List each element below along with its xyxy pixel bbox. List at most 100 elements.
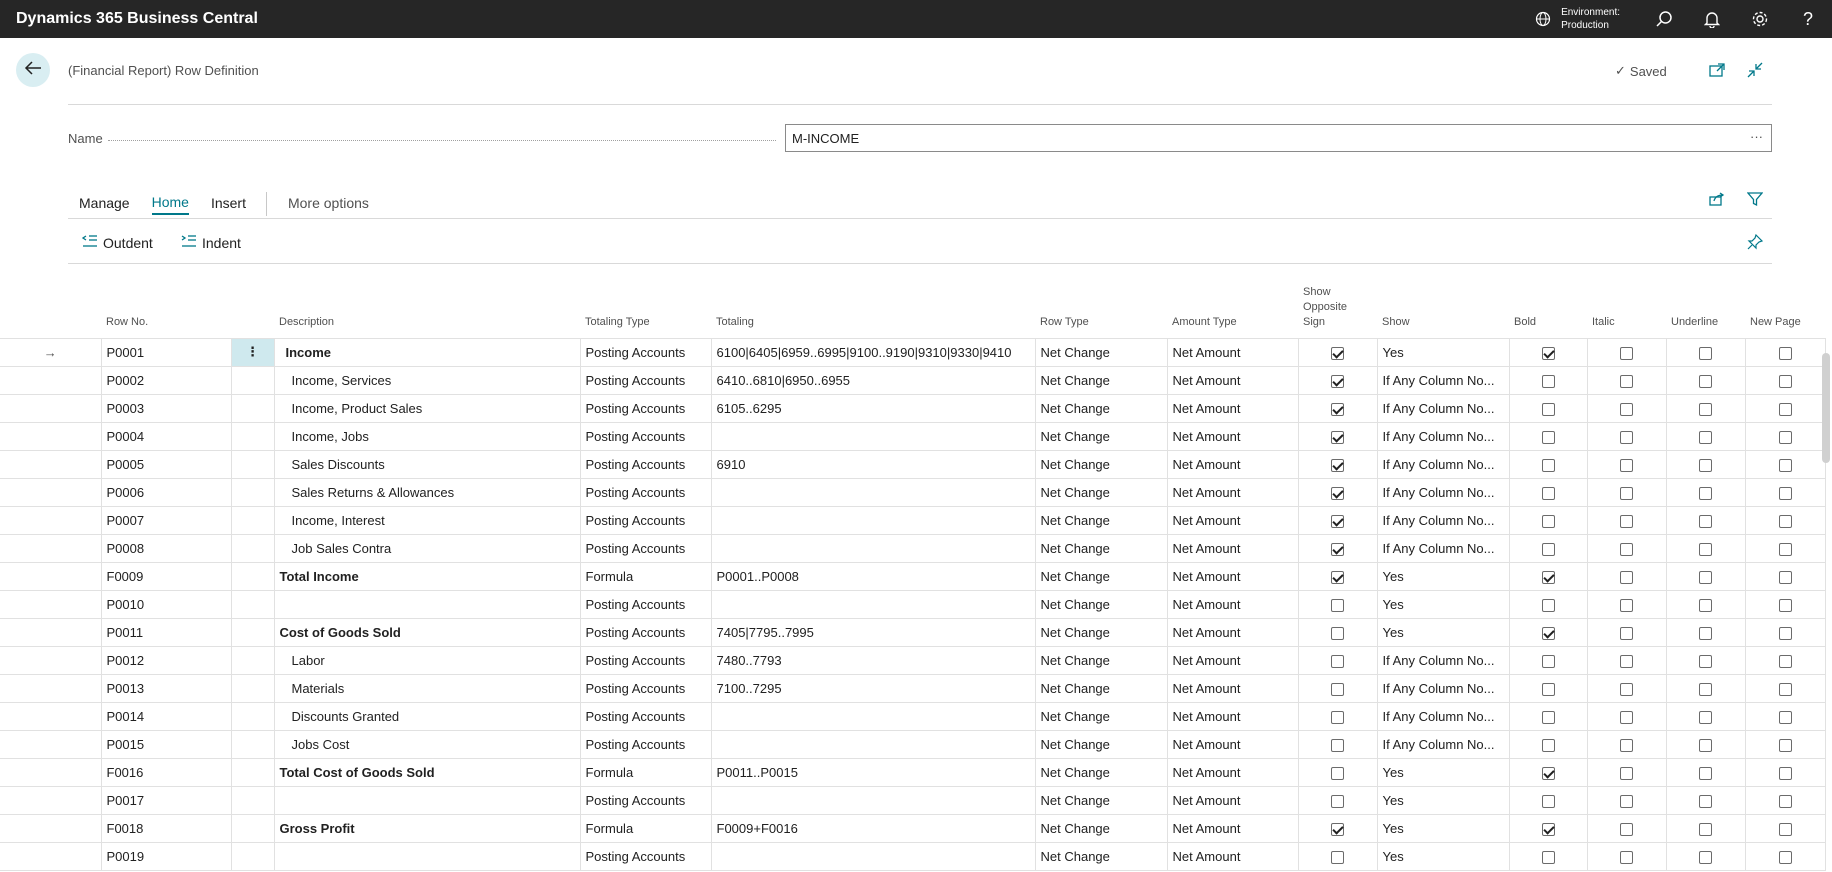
collapse-icon[interactable] bbox=[1745, 60, 1765, 80]
vertical-scrollbar[interactable] bbox=[1822, 353, 1830, 463]
cell-new-page[interactable] bbox=[1744, 477, 1826, 507]
cell-show-opposite-sign[interactable] bbox=[1297, 729, 1378, 759]
cell-row-type[interactable]: Net Change bbox=[1034, 449, 1168, 479]
row-menu-cell[interactable] bbox=[230, 393, 275, 423]
checkbox[interactable] bbox=[1541, 374, 1555, 388]
cell-amount-type[interactable]: Net Amount bbox=[1166, 365, 1299, 395]
table-row[interactable]: P0010 Posting Accounts Net Change Net Amoun… bbox=[0, 589, 1826, 619]
cell-totaling[interactable] bbox=[710, 701, 1036, 731]
cell-new-page[interactable] bbox=[1744, 561, 1826, 591]
checkbox[interactable] bbox=[1331, 710, 1344, 724]
cell-description[interactable]: Total Cost of Goods Sold bbox=[273, 757, 581, 787]
cell-row-type[interactable]: Net Change bbox=[1034, 533, 1168, 563]
column-header-row-no[interactable]: Row No. bbox=[101, 282, 231, 338]
table-row[interactable]: P0015 Jobs Cost Posting Accounts Net Change… bbox=[0, 729, 1826, 759]
cell-row-type[interactable]: Net Change bbox=[1034, 337, 1168, 367]
cell-show[interactable]: If Any Column No... bbox=[1376, 393, 1510, 423]
cell-underline[interactable] bbox=[1665, 505, 1746, 535]
cell-row-no[interactable]: P0005 bbox=[100, 449, 232, 479]
cell-bold[interactable] bbox=[1508, 757, 1588, 787]
checkbox[interactable] bbox=[1331, 626, 1344, 640]
cell-show[interactable]: If Any Column No... bbox=[1376, 673, 1510, 703]
cell-totaling-type[interactable]: Formula bbox=[579, 757, 712, 787]
checkbox[interactable] bbox=[1620, 346, 1633, 360]
cell-description[interactable]: Sales Returns & Allowances bbox=[273, 477, 581, 507]
cell-show-opposite-sign[interactable] bbox=[1297, 421, 1378, 451]
row-menu-cell[interactable] bbox=[230, 841, 275, 871]
checkbox[interactable] bbox=[1541, 794, 1555, 808]
cell-italic[interactable] bbox=[1586, 365, 1667, 395]
more-options-button[interactable]: More options bbox=[288, 195, 369, 214]
checkbox[interactable] bbox=[1331, 570, 1344, 584]
cell-row-no[interactable]: P0010 bbox=[100, 589, 232, 619]
cell-new-page[interactable] bbox=[1744, 785, 1826, 815]
cell-new-page[interactable] bbox=[1744, 673, 1826, 703]
checkbox[interactable] bbox=[1699, 514, 1712, 528]
cell-amount-type[interactable]: Net Amount bbox=[1166, 841, 1299, 871]
checkbox[interactable] bbox=[1699, 822, 1712, 836]
cell-new-page[interactable] bbox=[1744, 729, 1826, 759]
checkbox[interactable] bbox=[1778, 542, 1792, 556]
checkbox[interactable] bbox=[1331, 766, 1344, 780]
cell-show[interactable]: If Any Column No... bbox=[1376, 729, 1510, 759]
cell-show-opposite-sign[interactable] bbox=[1297, 337, 1378, 367]
cell-amount-type[interactable]: Net Amount bbox=[1166, 673, 1299, 703]
cell-totaling[interactable]: 6105..6295 bbox=[710, 393, 1036, 423]
checkbox[interactable] bbox=[1699, 430, 1712, 444]
checkbox[interactable] bbox=[1699, 542, 1712, 556]
cell-amount-type[interactable]: Net Amount bbox=[1166, 645, 1299, 675]
checkbox[interactable] bbox=[1699, 458, 1712, 472]
checkbox[interactable] bbox=[1778, 402, 1792, 416]
checkbox[interactable] bbox=[1620, 738, 1633, 752]
cell-show[interactable]: If Any Column No... bbox=[1376, 477, 1510, 507]
checkbox[interactable] bbox=[1778, 374, 1792, 388]
cell-italic[interactable] bbox=[1586, 477, 1667, 507]
checkbox[interactable] bbox=[1620, 626, 1633, 640]
cell-amount-type[interactable]: Net Amount bbox=[1166, 533, 1299, 563]
checkbox[interactable] bbox=[1541, 486, 1555, 500]
cell-italic[interactable] bbox=[1586, 729, 1667, 759]
cell-amount-type[interactable]: Net Amount bbox=[1166, 757, 1299, 787]
cell-description[interactable] bbox=[273, 841, 581, 871]
table-row[interactable]: P0013 Materials Posting Accounts 7100..7295… bbox=[0, 673, 1826, 703]
checkbox[interactable] bbox=[1620, 682, 1633, 696]
cell-show[interactable]: Yes bbox=[1376, 813, 1510, 843]
cell-row-type[interactable]: Net Change bbox=[1034, 617, 1168, 647]
checkbox[interactable] bbox=[1541, 402, 1555, 416]
cell-bold[interactable] bbox=[1508, 505, 1588, 535]
cell-row-type[interactable]: Net Change bbox=[1034, 589, 1168, 619]
row-menu-cell[interactable] bbox=[230, 701, 275, 731]
cell-description[interactable]: Income, Product Sales bbox=[273, 393, 581, 423]
checkbox[interactable] bbox=[1331, 738, 1344, 752]
checkbox[interactable] bbox=[1699, 850, 1712, 864]
cell-show[interactable]: Yes bbox=[1376, 617, 1510, 647]
cell-description[interactable]: Jobs Cost bbox=[273, 729, 581, 759]
table-row[interactable]: F0016 Total Cost of Goods Sold Formula P001… bbox=[0, 757, 1826, 787]
cell-totaling-type[interactable]: Posting Accounts bbox=[579, 673, 712, 703]
row-menu-cell[interactable] bbox=[230, 561, 275, 591]
table-row[interactable]: P0019 Posting Accounts Net Change Net Amoun… bbox=[0, 841, 1826, 871]
checkbox[interactable] bbox=[1331, 822, 1344, 836]
checkbox[interactable] bbox=[1541, 850, 1555, 864]
cell-amount-type[interactable]: Net Amount bbox=[1166, 477, 1299, 507]
checkbox[interactable] bbox=[1541, 766, 1555, 780]
cell-italic[interactable] bbox=[1586, 589, 1667, 619]
cell-totaling-type[interactable]: Posting Accounts bbox=[579, 365, 712, 395]
table-row[interactable]: P0004 Income, Jobs Posting Accounts Net Cha… bbox=[0, 421, 1826, 451]
cell-bold[interactable] bbox=[1508, 729, 1588, 759]
checkbox[interactable] bbox=[1331, 542, 1344, 556]
cell-italic[interactable] bbox=[1586, 505, 1667, 535]
table-row[interactable]: P0005 Sales Discounts Posting Accounts 6910… bbox=[0, 449, 1826, 479]
cell-show-opposite-sign[interactable] bbox=[1297, 393, 1378, 423]
column-header-row-type[interactable]: Row Type bbox=[1035, 282, 1167, 338]
cell-totaling-type[interactable]: Posting Accounts bbox=[579, 477, 712, 507]
column-header-description[interactable]: Description bbox=[274, 282, 580, 338]
table-row[interactable]: P0008 Job Sales Contra Posting Accounts Net… bbox=[0, 533, 1826, 563]
table-row[interactable]: P0003 Income, Product Sales Posting Accoun… bbox=[0, 393, 1826, 423]
checkbox[interactable] bbox=[1541, 738, 1555, 752]
checkbox[interactable] bbox=[1331, 794, 1344, 808]
cell-totaling-type[interactable]: Posting Accounts bbox=[579, 589, 712, 619]
cell-underline[interactable] bbox=[1665, 729, 1746, 759]
cell-show[interactable]: If Any Column No... bbox=[1376, 365, 1510, 395]
cell-row-type[interactable]: Net Change bbox=[1034, 785, 1168, 815]
